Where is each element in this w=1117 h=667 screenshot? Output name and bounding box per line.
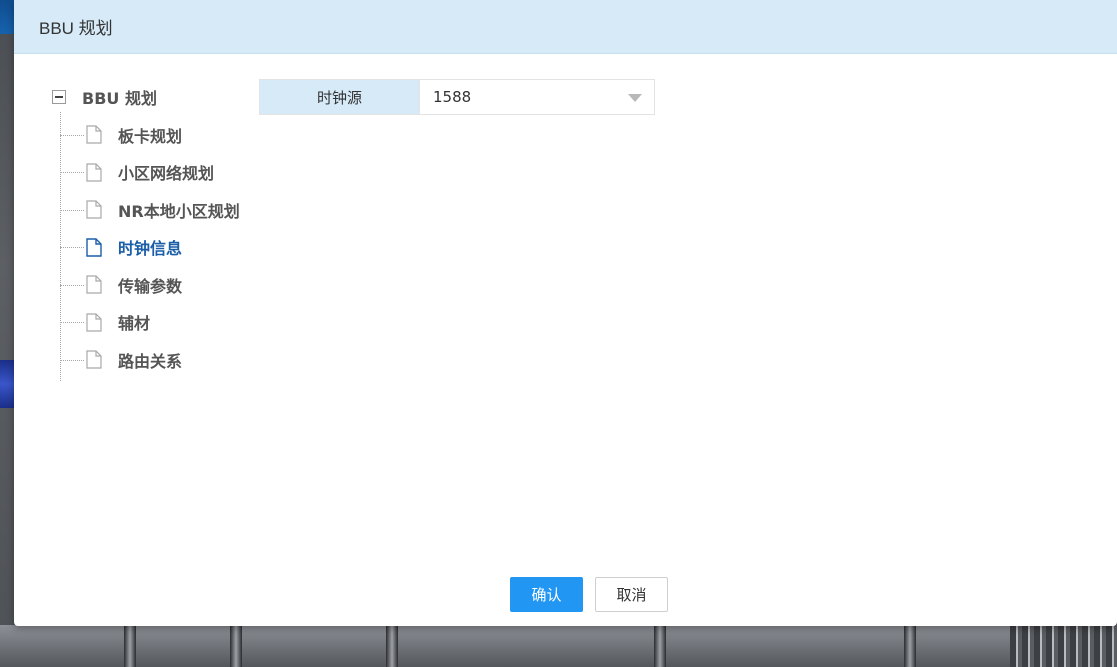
tree-item-label: 辅材 (118, 314, 151, 334)
file-icon (86, 200, 102, 219)
clock-source-label: 时钟源 (260, 80, 420, 114)
background-rack-post (386, 625, 398, 667)
cancel-button[interactable]: 取消 (595, 577, 668, 612)
planning-tree: BBU 规划 板卡规划 小区网络规划 NR本地小区规划 时钟信息 传输参数 辅材… (52, 84, 262, 381)
tree-item-routing-relations[interactable]: 路由关系 (60, 341, 262, 379)
clock-source-field: 时钟源 1588 (259, 79, 655, 115)
file-icon (86, 313, 102, 332)
background-bottom-strip (0, 625, 1117, 667)
tree-item-label: 传输参数 (118, 276, 183, 296)
file-icon (86, 350, 102, 369)
tree-item-label: NR本地小区规划 (118, 201, 240, 221)
chevron-down-icon[interactable] (628, 94, 642, 102)
background-rack-post (230, 625, 242, 667)
background-rack-post (124, 625, 136, 667)
bbu-planning-dialog: BBU 规划 BBU 规划 板卡规划 小区网络规划 NR本地小区规划 时钟信息 … (14, 0, 1117, 626)
tree-root-label[interactable]: BBU 规划 (82, 85, 157, 109)
file-icon (86, 125, 102, 144)
clock-source-value: 1588 (433, 88, 472, 106)
tree-item-nr-local-cell-planning[interactable]: NR本地小区规划 (60, 191, 262, 229)
tree-item-board-planning[interactable]: 板卡规划 (60, 116, 262, 154)
tree-item-clock-info[interactable]: 时钟信息 (60, 229, 262, 267)
tree-children: 板卡规划 小区网络规划 NR本地小区规划 时钟信息 传输参数 辅材 路由关系 (60, 112, 262, 381)
confirm-button[interactable]: 确认 (510, 577, 583, 612)
dialog-header: BBU 规划 (14, 0, 1117, 54)
file-icon (86, 275, 102, 294)
collapse-minus-icon[interactable] (52, 90, 66, 104)
clock-source-select[interactable]: 1588 (420, 80, 654, 114)
tree-item-cell-network-planning[interactable]: 小区网络规划 (60, 154, 262, 192)
tree-item-transport-params[interactable]: 传输参数 (60, 266, 262, 304)
tree-item-label: 小区网络规划 (118, 164, 215, 184)
background-rack-post (654, 625, 666, 667)
background-equipment-edge (0, 360, 14, 408)
tree-item-label: 时钟信息 (118, 239, 183, 259)
tree-root: BBU 规划 (52, 84, 262, 110)
file-icon (86, 238, 102, 257)
tree-item-label: 路由关系 (118, 351, 183, 371)
tree-item-label: 板卡规划 (118, 126, 183, 146)
tree-item-auxiliary-materials[interactable]: 辅材 (60, 304, 262, 342)
dialog-title: BBU 规划 (39, 19, 113, 38)
file-icon (86, 163, 102, 182)
background-equipment-panel (1010, 625, 1117, 667)
background-rack-post (904, 625, 916, 667)
